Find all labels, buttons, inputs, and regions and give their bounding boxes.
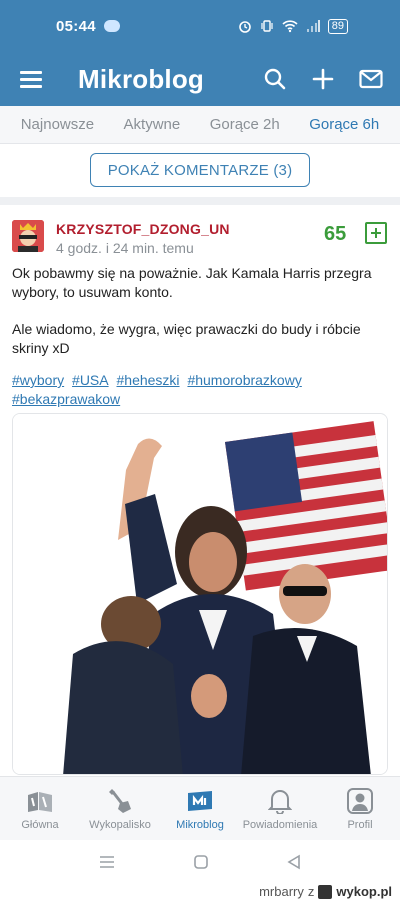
back-icon[interactable] <box>286 854 302 870</box>
recent-apps-icon[interactable] <box>98 854 116 870</box>
avatar[interactable] <box>12 220 44 252</box>
system-navigation <box>0 842 400 882</box>
section-divider <box>0 197 400 205</box>
nav-glowna[interactable]: Główna <box>0 787 80 831</box>
bell-icon <box>268 789 292 814</box>
wifi-icon <box>282 20 298 33</box>
post-paragraph: Ale wiadomo, że wygra, więc prawaczki do… <box>12 321 361 356</box>
post-body: Ok pobawmy się na poważnie. Jak Kamala H… <box>12 264 390 376</box>
tag-link[interactable]: #wybory <box>12 372 64 388</box>
upvote-button[interactable] <box>365 222 387 244</box>
app-actions <box>262 66 384 92</box>
messages-button[interactable] <box>358 66 384 92</box>
watermark: mrbarry z wykop.pl <box>259 884 392 899</box>
mikroblog-icon <box>188 790 212 811</box>
post-image-illustration <box>13 414 387 774</box>
watermark-user: mrbarry <box>259 884 304 899</box>
nav-label: Główna <box>21 818 59 831</box>
vote-count: 65 <box>324 223 347 245</box>
post-author[interactable]: KRZYSZTOF_DZONG_UN <box>56 221 230 237</box>
status-icons: 89 <box>238 18 348 34</box>
home-icon <box>28 791 52 812</box>
shovel-icon <box>109 788 131 813</box>
app-bar: Mikroblog <box>0 52 400 106</box>
tab-aktywne[interactable]: Aktywne <box>124 116 181 133</box>
tag-link[interactable]: #humorobrazkowy <box>187 372 301 388</box>
alarm-icon <box>238 21 251 33</box>
post-paragraph: Ok pobawmy się na poważnie. Jak Kamala H… <box>12 265 372 300</box>
search-button[interactable] <box>262 66 288 92</box>
bottom-navigation: Główna Wykopalisko Mikroblog Powiadomien… <box>0 776 400 840</box>
post-tags: #wybory #USA #heheszki #humorobrazkowy #… <box>12 371 390 409</box>
tab-gorace-6h[interactable]: Gorące 6h <box>309 116 379 133</box>
show-comments-button[interactable]: POKAŻ KOMENTARZE (3) <box>90 153 310 187</box>
watermark-separator: z <box>307 884 315 899</box>
mail-icon <box>359 69 383 89</box>
nav-mikroblog[interactable]: Mikroblog <box>160 787 240 831</box>
profile-icon <box>347 787 373 814</box>
nav-profil[interactable]: Profil <box>320 787 400 831</box>
add-post-button[interactable] <box>310 66 336 92</box>
post-image[interactable] <box>12 413 388 775</box>
tab-najnowsze[interactable]: Najnowsze <box>21 116 94 133</box>
status-bar: 05:44 89 <box>0 0 400 52</box>
tag-link[interactable]: #heheszki <box>117 372 180 388</box>
nav-label: Powiadomienia <box>242 818 318 831</box>
tab-gorace-2h[interactable]: Gorące 2h <box>210 116 280 133</box>
signal-icon <box>306 20 320 32</box>
weather-cloud-icon <box>103 20 120 32</box>
plus-icon <box>312 68 334 90</box>
nav-powiadomienia[interactable]: Powiadomienia <box>240 787 320 831</box>
watermark-site: wykop.pl <box>336 884 392 899</box>
app-title: Mikroblog <box>78 63 205 94</box>
menu-icon[interactable] <box>20 71 42 88</box>
nav-label: Profil <box>347 818 373 831</box>
wykop-logo-icon <box>318 884 333 899</box>
tag-link[interactable]: #USA <box>72 372 109 388</box>
avatar-image-icon <box>12 220 44 252</box>
vibrate-icon <box>261 20 273 32</box>
feed-tabs: Najnowsze Aktywne Gorące 2h Gorące 6h <box>0 106 400 144</box>
battery-indicator: 89 <box>327 18 348 34</box>
home-button-icon[interactable] <box>193 854 209 870</box>
status-time: 05:44 <box>56 17 96 35</box>
post-time: 4 godz. i 24 min. temu <box>56 240 194 256</box>
nav-label: Wykopalisko <box>89 818 151 831</box>
nav-label: Mikroblog <box>176 818 224 831</box>
search-icon <box>264 68 286 90</box>
nav-wykopalisko[interactable]: Wykopalisko <box>80 787 160 831</box>
tag-link[interactable]: #bekazprawakow <box>12 391 120 407</box>
